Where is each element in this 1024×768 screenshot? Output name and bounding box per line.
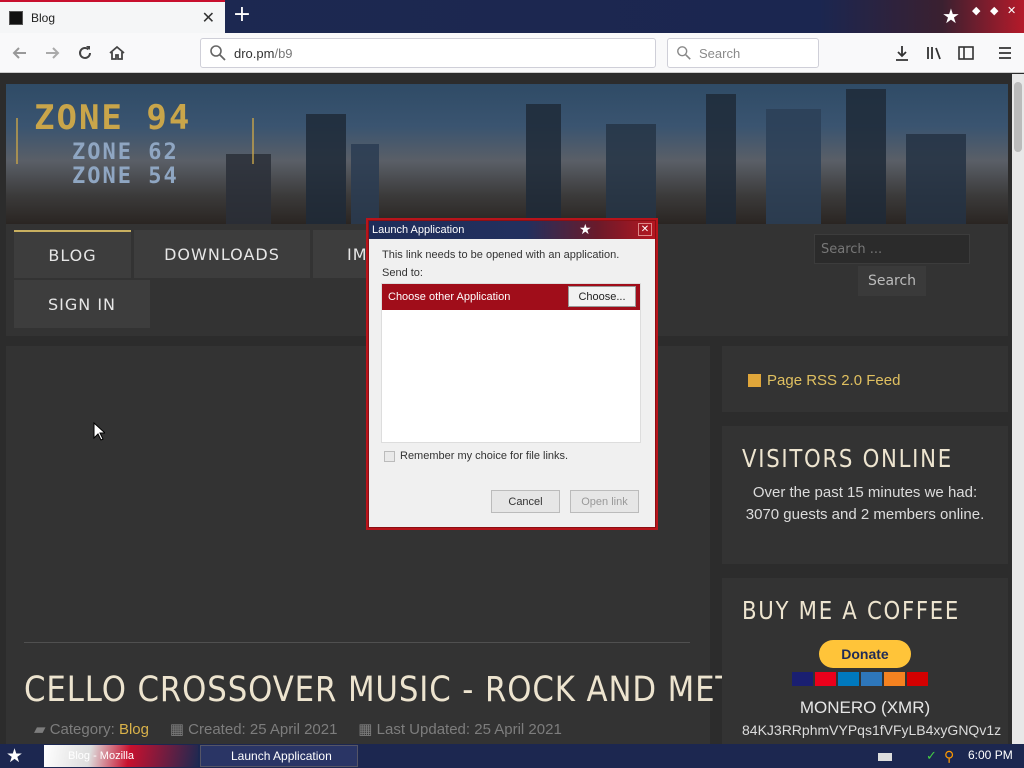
application-list[interactable]: Choose other Application Choose... — [381, 283, 641, 443]
clock: 6:00 PM — [968, 748, 1013, 762]
logo-subtitle-2: ZONE 54 — [72, 164, 179, 189]
rss-box: Page RSS 2.0 Feed — [722, 346, 1008, 412]
reload-button[interactable] — [73, 41, 97, 65]
taskbar-item-browser[interactable]: Blog - Mozilla — [44, 745, 198, 767]
visa-card-icon — [792, 672, 813, 686]
url-text: dro.pm/b9 — [234, 45, 293, 61]
dialog-title: Launch Application — [369, 221, 655, 239]
maximize-window-icon[interactable]: ◆ — [990, 4, 998, 17]
folder-icon: ▰ — [34, 721, 46, 738]
menu-item-sign-in[interactable]: SIGN IN — [14, 280, 150, 328]
page-scrollbar[interactable] — [1012, 74, 1024, 744]
forward-button[interactable] — [40, 41, 64, 65]
updated-date: Last Updated: 25 April 2021 — [376, 721, 562, 738]
back-arrow-icon — [12, 47, 26, 59]
search-icon — [210, 45, 226, 61]
article-meta: ▰ Category: Blog ▦ Created: 25 April 202… — [34, 720, 562, 738]
taskbar-item-launch-application[interactable]: Launch Application — [200, 745, 358, 767]
tab-bar: Blog ✕ + ★ ◆ ◆ ✕ — [0, 0, 1024, 33]
menu-button[interactable] — [993, 41, 1017, 65]
home-button[interactable] — [105, 41, 129, 65]
tab-title: Blog — [31, 10, 56, 25]
search-input[interactable]: Search — [667, 38, 819, 68]
remember-choice-label: Remember my choice for file links. — [400, 450, 569, 462]
menu-item-blog[interactable]: BLOG — [14, 230, 131, 278]
visitors-title: VISITORS ONLINE — [742, 444, 953, 473]
search-placeholder: Search — [699, 45, 741, 61]
checkbox[interactable] — [384, 450, 395, 462]
library-icon — [927, 47, 941, 60]
menu-item-partial[interactable]: IM — [313, 230, 373, 278]
new-tab-icon[interactable]: + — [231, 4, 253, 26]
address-bar[interactable]: dro.pm/b9 — [200, 38, 656, 68]
choose-other-label: Choose other Application — [388, 291, 511, 303]
sidebar-button[interactable] — [954, 41, 978, 65]
coffee-title: BUY ME A COFFEE — [742, 596, 961, 625]
hamburger-menu-icon — [999, 47, 1011, 59]
navigation-bar: dro.pm/b9 Search — [0, 33, 1024, 73]
list-item-choose-other[interactable]: Choose other Application Choose... — [382, 284, 640, 310]
home-icon — [109, 45, 125, 60]
downloads-button[interactable] — [890, 41, 914, 65]
star-icon: ★ — [942, 4, 960, 28]
send-to-label: Send to: — [382, 267, 423, 279]
site-logo[interactable]: ZONE 94 — [34, 98, 191, 138]
tab-favicon-icon — [9, 10, 23, 25]
created-date: Created: 25 April 2021 — [188, 721, 338, 738]
mastercard-icon — [815, 672, 836, 686]
dialog-close-button[interactable]: ✕ — [638, 223, 652, 236]
logo-subtitle-1: ZONE 62 — [72, 140, 179, 165]
start-menu-icon[interactable]: ★ — [6, 745, 23, 767]
reload-icon — [79, 46, 91, 59]
article-title[interactable]: CELLO CROSSOVER MUSIC - ROCK AND METAL — [24, 670, 773, 710]
mouse-cursor-icon — [93, 422, 105, 441]
taskbar: ★ Blog - Mozilla Launch Application ✓ ⚲ … — [0, 744, 1024, 768]
monero-label: MONERO (XMR) — [799, 698, 931, 717]
choose-button[interactable]: Choose... — [568, 286, 636, 307]
star-icon: ★ — [579, 222, 592, 238]
tab-blog[interactable]: Blog ✕ — [0, 0, 225, 33]
sidebar-icon — [958, 46, 974, 60]
rss-icon — [748, 374, 761, 387]
jcb-card-icon — [907, 672, 928, 686]
cancel-button[interactable]: Cancel — [491, 490, 560, 513]
open-link-button[interactable]: Open link — [570, 490, 639, 513]
site-search-input[interactable]: Search ... — [814, 234, 970, 264]
maestro-card-icon — [838, 672, 859, 686]
header-banner: ZONE 94 ZONE 62 ZONE 54 — [6, 84, 1008, 224]
divider — [24, 642, 690, 643]
rss-link[interactable]: Page RSS 2.0 Feed — [748, 372, 900, 389]
network-icon[interactable]: ✓ — [926, 749, 940, 764]
download-icon — [896, 46, 908, 61]
keyboard-icon[interactable] — [878, 753, 892, 761]
monero-address: 84KJ3RRphmVYPqs1fVFyLB4xyGNQv1z — [742, 722, 1002, 738]
minimize-window-icon[interactable]: ◆ — [972, 4, 980, 17]
calendar-icon: ▦ — [169, 721, 184, 738]
category-link[interactable]: Blog — [119, 721, 149, 738]
amex-card-icon — [861, 672, 882, 686]
menu-item-downloads[interactable]: DOWNLOADS — [134, 230, 310, 278]
discover-card-icon — [884, 672, 905, 686]
site-search-button[interactable]: Search — [858, 266, 926, 296]
library-button[interactable] — [922, 41, 946, 65]
launch-application-dialog: Launch Application ★ ✕ This link needs t… — [368, 220, 656, 528]
back-button[interactable] — [8, 41, 32, 65]
scrollbar-thumb[interactable] — [1014, 82, 1022, 152]
visitors-text: Over the past 15 minutes we had: 3070 gu… — [745, 484, 985, 523]
calendar-icon: ▦ — [358, 721, 373, 738]
visitors-box: VISITORS ONLINE Over the past 15 minutes… — [722, 426, 1008, 564]
close-window-icon[interactable]: ✕ — [1007, 4, 1016, 17]
remember-choice-checkbox[interactable]: Remember my choice for file links. — [384, 450, 568, 462]
category-label: Category: — [49, 721, 115, 738]
search-icon — [677, 46, 691, 60]
payment-cards — [792, 672, 928, 686]
search-icon[interactable]: ⚲ — [944, 749, 958, 765]
donate-button[interactable]: Donate — [819, 640, 911, 668]
coffee-box: BUY ME A COFFEE Donate MONERO (XMR) 84KJ… — [722, 578, 1008, 744]
forward-arrow-icon — [46, 47, 60, 59]
dialog-message: This link needs to be opened with an app… — [382, 249, 620, 261]
close-tab-icon[interactable]: ✕ — [202, 8, 215, 27]
